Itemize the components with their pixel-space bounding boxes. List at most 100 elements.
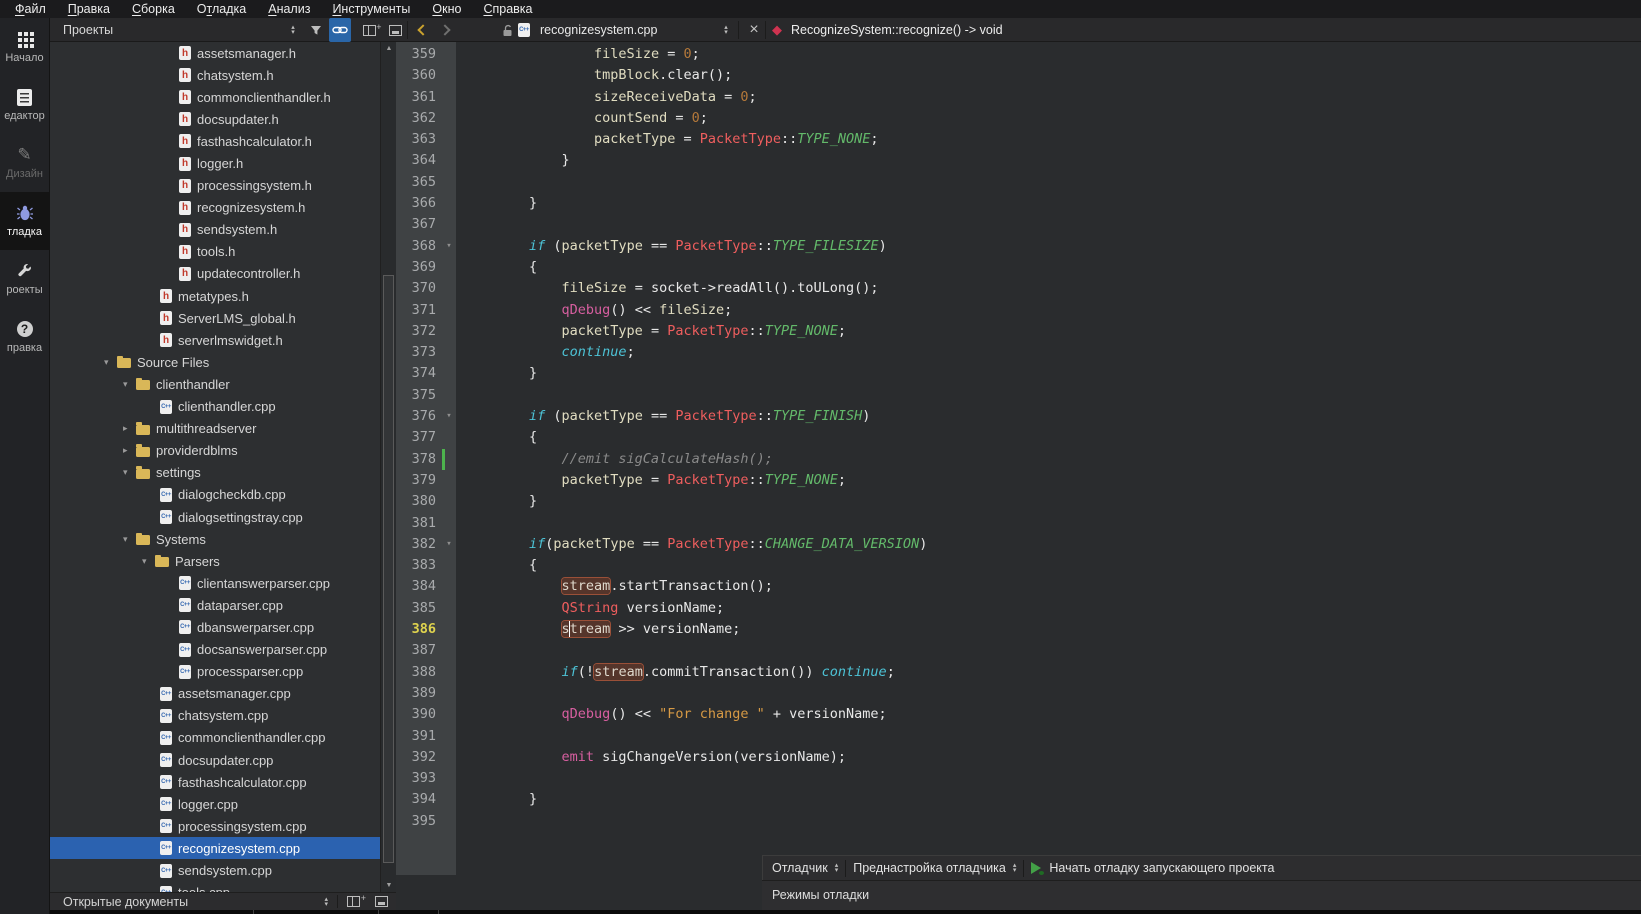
expanded-arrow-icon[interactable]: ▾ — [104, 357, 117, 368]
split-icon[interactable] — [347, 896, 360, 907]
line-number[interactable]: 377 — [396, 427, 442, 448]
mode-editor[interactable]: едактор — [0, 76, 49, 134]
tree-item-sendsystem.h[interactable]: hsendsystem.h — [50, 219, 380, 241]
mode-debug[interactable]: тладка — [0, 192, 49, 250]
menu-Отладка[interactable]: Отладка — [186, 0, 257, 18]
tree-item-docsupdater.h[interactable]: hdocsupdater.h — [50, 108, 380, 130]
tree-item-chatsystem.h[interactable]: hchatsystem.h — [50, 64, 380, 86]
tree-item-dataparser.cpp[interactable]: C++dataparser.cpp — [50, 594, 380, 616]
line-number[interactable]: 389 — [396, 683, 442, 704]
tree-item-clienthandler[interactable]: ▾clienthandler — [50, 373, 380, 395]
menu-Инструменты[interactable]: Инструменты — [321, 0, 421, 18]
line-number[interactable]: 385 — [396, 598, 442, 619]
line-number[interactable]: 373 — [396, 342, 442, 363]
tree-item-multithreadserver[interactable]: ▸multithreadserver — [50, 418, 380, 440]
mode-projects[interactable]: роекты — [0, 250, 49, 308]
go-back-button[interactable] — [412, 18, 434, 42]
line-number[interactable]: 360 — [396, 65, 442, 86]
line-number[interactable]: 367 — [396, 214, 442, 235]
tree-item-fasthashcalculator.h[interactable]: hfasthashcalculator.h — [50, 130, 380, 152]
expanded-arrow-icon[interactable]: ▾ — [123, 379, 136, 390]
collapse-icon[interactable] — [375, 896, 388, 907]
expanded-arrow-icon[interactable]: ▾ — [123, 534, 136, 545]
scrollbar-thumb[interactable] — [383, 275, 394, 863]
tree-item-dialogcheckdb.cpp[interactable]: C++dialogcheckdb.cpp — [50, 484, 380, 506]
tree-sort-combo[interactable] — [282, 18, 304, 42]
line-number[interactable]: 379 — [396, 470, 442, 491]
scroll-down-icon[interactable]: ▼ — [381, 882, 397, 889]
line-number[interactable]: 390 — [396, 704, 442, 725]
tree-item-updatecontroller.h[interactable]: hupdatecontroller.h — [50, 263, 380, 285]
tree-item-processparser.cpp[interactable]: C++processparser.cpp — [50, 661, 380, 683]
code-editor[interactable]: 359fileSize = 0;360tmpBlock.clear();361s… — [396, 42, 1641, 914]
tree-item-clienthandler.cpp[interactable]: C++clienthandler.cpp — [50, 396, 380, 418]
line-number[interactable]: 363 — [396, 129, 442, 150]
tree-item-Systems[interactable]: ▾Systems — [50, 528, 380, 550]
tree-item-processingsystem.h[interactable]: hprocessingsystem.h — [50, 175, 380, 197]
tree-item-dbanswerparser.cpp[interactable]: C++dbanswerparser.cpp — [50, 616, 380, 638]
collapsed-arrow-icon[interactable]: ▸ — [123, 445, 136, 456]
menu-Правка[interactable]: Правка — [57, 0, 121, 18]
fold-marker-icon[interactable]: ▾ — [442, 406, 456, 427]
menu-Окно[interactable]: Окно — [421, 0, 472, 18]
tree-item-serverlmswidget.h[interactable]: hserverlmswidget.h — [50, 329, 380, 351]
tree-item-tools.cpp[interactable]: C++tools.cpp — [50, 882, 380, 892]
debugger-combo[interactable]: Отладчик — [772, 861, 828, 875]
start-debug-icon[interactable] — [1031, 862, 1042, 874]
tree-item-dialogsettingstray.cpp[interactable]: C++dialogsettingstray.cpp — [50, 506, 380, 528]
split-button[interactable] — [358, 18, 380, 42]
file-lock-button[interactable] — [496, 18, 518, 42]
line-number[interactable]: 375 — [396, 385, 442, 406]
line-number[interactable]: 370 — [396, 278, 442, 299]
expanded-arrow-icon[interactable]: ▾ — [142, 556, 155, 567]
tree-item-commonclienthandler.h[interactable]: hcommonclienthandler.h — [50, 86, 380, 108]
updown-arrows-icon[interactable] — [835, 863, 839, 873]
line-number[interactable]: 364 — [396, 150, 442, 171]
debugger-preset-combo[interactable]: Преднастройка отладчика — [853, 861, 1006, 875]
tree-item-Source Files[interactable]: ▾Source Files — [50, 351, 380, 373]
line-number[interactable]: 361 — [396, 87, 442, 108]
line-number[interactable]: 380 — [396, 491, 442, 512]
tree-item-providerdblms[interactable]: ▸providerdblms — [50, 440, 380, 462]
line-number[interactable]: 371 — [396, 300, 442, 321]
tree-item-recognizesystem.h[interactable]: hrecognizesystem.h — [50, 197, 380, 219]
close-pane-button[interactable] — [384, 18, 406, 42]
filter-button[interactable] — [305, 18, 327, 42]
close-document-button[interactable]: × — [743, 18, 765, 42]
line-number[interactable]: 384 — [396, 576, 442, 597]
line-number[interactable]: 392 — [396, 747, 442, 768]
menu-Файл[interactable]: Файл — [4, 0, 57, 18]
line-number[interactable]: 382 — [396, 534, 442, 555]
tree-item-ServerLMS_global.h[interactable]: hServerLMS_global.h — [50, 307, 380, 329]
line-number[interactable]: 394 — [396, 789, 442, 810]
tree-item-metatypes.h[interactable]: hmetatypes.h — [50, 285, 380, 307]
collapsed-arrow-icon[interactable]: ▸ — [123, 423, 136, 434]
line-number[interactable]: 383 — [396, 555, 442, 576]
line-number[interactable]: 369 — [396, 257, 442, 278]
line-number[interactable]: 372 — [396, 321, 442, 342]
line-number[interactable]: 366 — [396, 193, 442, 214]
tree-item-assetsmanager.h[interactable]: hassetsmanager.h — [50, 42, 380, 64]
line-number[interactable]: 395 — [396, 811, 442, 832]
tree-item-clientanswerparser.cpp[interactable]: C++clientanswerparser.cpp — [50, 572, 380, 594]
line-number[interactable]: 381 — [396, 513, 442, 534]
open-document-tab[interactable]: recognizesystem.cpp — [540, 18, 657, 42]
line-number[interactable]: 378 — [396, 449, 442, 470]
expanded-arrow-icon[interactable]: ▾ — [123, 467, 136, 478]
tree-item-docsupdater.cpp[interactable]: C++docsupdater.cpp — [50, 749, 380, 771]
line-number[interactable]: 359 — [396, 44, 442, 65]
pane-select-combo[interactable] — [324, 897, 328, 907]
line-number[interactable]: 365 — [396, 172, 442, 193]
line-number[interactable]: 391 — [396, 726, 442, 747]
line-number[interactable]: 368 — [396, 236, 442, 257]
tree-item-commonclienthandler.cpp[interactable]: C++commonclienthandler.cpp — [50, 727, 380, 749]
line-number[interactable]: 388 — [396, 662, 442, 683]
fold-marker-icon[interactable]: ▾ — [442, 534, 456, 555]
tree-item-processingsystem.cpp[interactable]: C++processingsystem.cpp — [50, 815, 380, 837]
menu-Сборка[interactable]: Сборка — [121, 0, 186, 18]
tree-item-Parsers[interactable]: ▾Parsers — [50, 550, 380, 572]
tree-item-tools.h[interactable]: htools.h — [50, 241, 380, 263]
line-number[interactable]: 387 — [396, 640, 442, 661]
menu-Справка[interactable]: Справка — [472, 0, 543, 18]
tree-item-assetsmanager.cpp[interactable]: C++assetsmanager.cpp — [50, 683, 380, 705]
